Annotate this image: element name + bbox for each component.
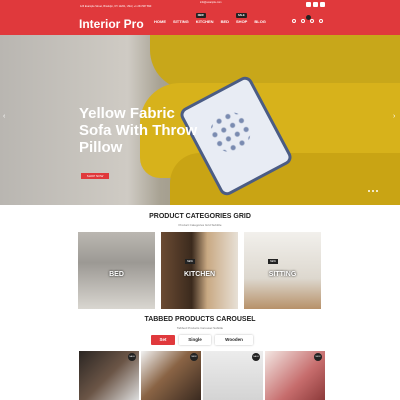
slider-dot[interactable]: [368, 190, 370, 192]
sofa-image: [150, 35, 400, 90]
nav-label: SITTING: [173, 19, 189, 24]
tab-set[interactable]: Set: [151, 335, 175, 345]
prev-arrow-icon[interactable]: ‹: [3, 113, 5, 120]
category-bed[interactable]: BED: [78, 232, 155, 309]
category-badge: NEW: [185, 259, 195, 264]
nav-bed[interactable]: BED: [221, 19, 229, 24]
carousel-subtitle: Tabbed Products Carousel Subtitle: [176, 326, 224, 330]
carousel-title: TABBED PRODUCTS CAROUSEL: [144, 316, 256, 323]
category-sitting[interactable]: NEW SITTING: [244, 232, 321, 309]
shop-now-button[interactable]: SHOP NOW: [81, 173, 109, 179]
nav-label: KITCHEN: [195, 19, 214, 24]
product-card[interactable]: SALE: [203, 351, 263, 400]
product-badge: SALE: [252, 353, 260, 361]
nav-label: BED: [220, 19, 230, 24]
nav-badge: NEW: [195, 13, 206, 18]
site-logo[interactable]: Interior Pro: [79, 17, 144, 31]
hero-title: Yellow Fabric Sofa With Throw Pillow: [79, 105, 198, 156]
nav-label: HOME: [154, 19, 166, 24]
cart-icon[interactable]: [310, 19, 314, 23]
nav-blog[interactable]: BLOG: [254, 19, 266, 24]
top-bar: info@example.com 123 Example Street, Bro…: [0, 0, 400, 10]
categories-subtitle: Product Categories Grid Subtitle: [178, 223, 222, 227]
social-links: [306, 2, 325, 7]
main-nav: HOME SITTING NEW KITCHEN BED SALE SHOP BLO…: [154, 13, 266, 24]
next-arrow-icon[interactable]: ›: [393, 113, 395, 120]
nav-kitchen[interactable]: NEW KITCHEN: [195, 13, 214, 24]
search-icon[interactable]: [292, 19, 296, 23]
nav-label: BLOG: [254, 19, 266, 24]
category-label: KITCHEN: [183, 271, 216, 278]
product-card[interactable]: SALE: [79, 351, 139, 400]
category-kitchen[interactable]: NEW KITCHEN: [161, 232, 238, 309]
product-badge: NEW: [190, 353, 198, 361]
category-badge: NEW: [268, 259, 278, 264]
nav-shop[interactable]: SALE SHOP: [236, 13, 248, 24]
facebook-icon[interactable]: [306, 2, 311, 7]
linkedin-icon[interactable]: [320, 2, 325, 7]
topbar-email[interactable]: info@example.com: [200, 1, 221, 4]
product-badge: SALE: [128, 353, 136, 361]
category-label: SITTING: [268, 271, 297, 278]
hero-slider: Yellow Fabric Sofa With Throw Pillow SHO…: [0, 35, 400, 205]
product-card[interactable]: NEW: [265, 351, 325, 400]
product-tabs: Set Single Wooden: [151, 335, 253, 345]
cart-count-badge: [306, 15, 311, 20]
tab-wooden[interactable]: Wooden: [215, 335, 253, 345]
categories-title: PRODUCT CATEGORIES GRID: [149, 213, 251, 220]
slider-dots: [368, 190, 378, 192]
category-label: BED: [109, 271, 124, 278]
product-badge: NEW: [314, 353, 322, 361]
product-card[interactable]: NEW: [141, 351, 201, 400]
nav-label: SHOP: [236, 19, 248, 24]
menu-icon[interactable]: [319, 19, 323, 23]
slider-dot[interactable]: [376, 190, 378, 192]
nav-sitting[interactable]: SITTING: [173, 19, 189, 24]
site-header: Interior Pro HOME SITTING NEW KITCHEN BED…: [0, 10, 400, 35]
slider-dot[interactable]: [372, 190, 374, 192]
twitter-icon[interactable]: [313, 2, 318, 7]
nav-badge: SALE: [236, 13, 247, 18]
nav-home[interactable]: HOME: [154, 19, 166, 24]
tab-single[interactable]: Single: [179, 335, 211, 345]
user-icon[interactable]: [301, 19, 305, 23]
topbar-address: 123 Example Street, Brooklyn, NY 11201, …: [80, 5, 152, 8]
